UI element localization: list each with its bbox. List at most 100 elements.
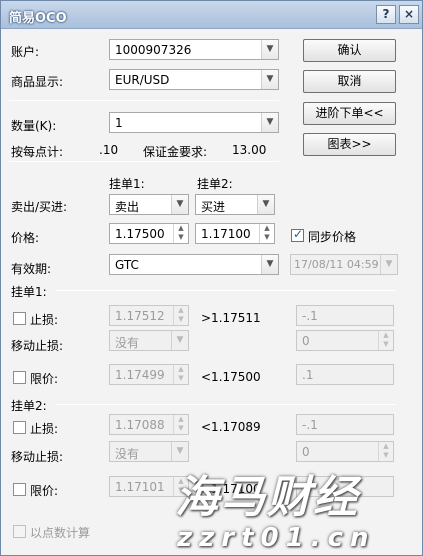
order1-trailing-pips-spinner[interactable]: 0 ▲ ▼ (296, 330, 394, 351)
quantity-label: 数量(K): (11, 119, 57, 133)
chevron-down-icon: ▼ (171, 195, 188, 214)
margin-value: 13.00 (232, 143, 267, 157)
order1-column-header: 挂单1: (109, 177, 145, 191)
order1-side-select[interactable]: 卖出 ▼ (109, 194, 189, 215)
order2-section-title: 挂单2: (11, 399, 47, 413)
order1-limit-label: 限价: (30, 372, 59, 386)
order1-trailing-pips-value: 0 (302, 334, 310, 348)
point-calc-label: 以点数计算 (30, 526, 91, 540)
order2-trailing-select[interactable]: 没有 ▼ (109, 441, 189, 462)
spinner-arrows-icon[interactable]: ▲ ▼ (378, 331, 393, 350)
order1-trailing-select[interactable]: 没有 ▼ (109, 330, 189, 351)
quantity-select[interactable]: 1 ▼ (109, 112, 279, 133)
order1-stop-loss-spinner[interactable]: 1.17512 ▲ ▼ (109, 305, 189, 326)
price-label: 价格: (11, 231, 40, 245)
product-value: EUR/USD (115, 73, 170, 87)
oco-dialog: 简易OCO ? × 账户: 1000907326 ▼ 商品显示: EUR/USD… (0, 0, 423, 556)
expiry-datetime-value: 17/08/11 04:59 (294, 258, 379, 271)
order1-limit-value: 1.17499 (115, 368, 165, 382)
watermark-brand: 海马财经 (175, 472, 359, 523)
order1-stop-loss-checkbox[interactable] (13, 312, 26, 325)
divider (56, 404, 396, 405)
sync-price-label: 同步价格 (308, 230, 357, 244)
window-title: 简易OCO (9, 11, 67, 26)
order2-stop-loss-value: 1.17088 (115, 418, 165, 432)
order1-limit-pips[interactable]: .1 (296, 364, 394, 385)
title-bar[interactable]: 简易OCO ? × (1, 1, 422, 29)
order1-price-value: 1.17500 (115, 227, 165, 241)
account-label: 账户: (11, 45, 40, 59)
order2-stop-loss-spinner[interactable]: 1.17088 ▲ ▼ (109, 414, 189, 435)
order1-stop-loss-pips-value: -.1 (302, 309, 318, 323)
chevron-down-icon: ▼ (257, 195, 274, 214)
validity-select[interactable]: GTC ▼ (109, 254, 279, 275)
order2-trailing-value: 没有 (115, 447, 140, 461)
order2-side-select[interactable]: 买进 ▼ (195, 194, 275, 215)
order2-stop-loss-checkbox[interactable] (13, 421, 26, 434)
order1-limit-spinner[interactable]: 1.17499 ▲ ▼ (109, 364, 189, 385)
chevron-down-icon: ▼ (261, 255, 278, 274)
order1-limit-pips-value: .1 (302, 368, 314, 382)
order1-stop-loss-pips[interactable]: -.1 (296, 305, 394, 326)
order1-limit-checkbox[interactable] (13, 371, 26, 384)
order2-price-spinner[interactable]: 1.17100 ▲ ▼ (195, 223, 275, 244)
account-select[interactable]: 1000907326 ▼ (109, 39, 279, 60)
order1-stop-loss-value: 1.17512 (115, 309, 165, 323)
order2-stop-loss-pips[interactable]: -.1 (296, 414, 394, 435)
chart-button[interactable]: 图表>> (303, 133, 396, 156)
order2-stop-loss-label: 止损: (30, 422, 59, 436)
sync-price-checkbox[interactable] (291, 227, 304, 242)
order2-price-value: 1.17100 (201, 227, 251, 241)
per-point-value: .10 (99, 143, 119, 157)
order2-trailing-pips-spinner[interactable]: 0 ▲ ▼ (296, 441, 394, 462)
product-select[interactable]: EUR/USD ▼ (109, 69, 279, 90)
help-button[interactable]: ? (376, 5, 396, 24)
spinner-arrows-icon[interactable]: ▲ ▼ (173, 224, 188, 243)
order1-price-spinner[interactable]: 1.17500 ▲ ▼ (109, 223, 189, 244)
spinner-arrows-icon[interactable]: ▲ ▼ (173, 365, 188, 384)
order2-limit-value: 1.17101 (115, 480, 165, 494)
order2-side-value: 买进 (201, 200, 226, 214)
order1-stop-loss-label: 止损: (30, 313, 59, 327)
account-value: 1000907326 (115, 43, 192, 57)
margin-label: 保证金要求: (143, 145, 208, 159)
order2-stop-loss-pips-value: -.1 (302, 418, 318, 432)
spinner-arrows-icon[interactable]: ▲ ▼ (259, 224, 274, 243)
order1-limit-condition: <1.17500 (201, 370, 261, 384)
chevron-down-icon: ▼ (171, 331, 188, 350)
validity-value: GTC (115, 258, 139, 272)
order1-section-title: 挂单1: (11, 285, 47, 299)
order2-trailing-pips-value: 0 (302, 445, 310, 459)
divider (56, 290, 396, 291)
order1-trailing-label: 移动止损: (11, 339, 64, 353)
product-label: 商品显示: (11, 75, 64, 89)
spinner-arrows-icon[interactable]: ▲ ▼ (173, 306, 188, 325)
spinner-arrows-icon[interactable]: ▲ ▼ (378, 442, 393, 461)
point-calc-checkbox[interactable] (13, 525, 26, 538)
order2-trailing-label: 移动止损: (11, 450, 64, 464)
order2-column-header: 挂单2: (197, 177, 233, 191)
close-button[interactable]: × (399, 5, 419, 24)
per-point-label: 按每点计: (11, 145, 64, 159)
chevron-down-icon: ▼ (171, 442, 188, 461)
confirm-button[interactable]: 确认 (303, 39, 396, 62)
order1-trailing-value: 没有 (115, 336, 140, 350)
sell-buy-label: 卖出/买进: (11, 200, 68, 214)
cancel-button[interactable]: 取消 (303, 70, 396, 93)
spinner-arrows-icon[interactable]: ▲ ▼ (173, 415, 188, 434)
chevron-down-icon: ▼ (380, 255, 397, 274)
order2-limit-checkbox[interactable] (13, 483, 26, 496)
order2-limit-label: 限价: (30, 484, 59, 498)
order1-stop-loss-condition: >1.17511 (201, 311, 261, 325)
advanced-order-button[interactable]: 进阶下单<< (303, 102, 396, 125)
divider (9, 161, 279, 162)
validity-label: 有效期: (11, 262, 52, 276)
chevron-down-icon: ▼ (261, 113, 278, 132)
expiry-datetime-picker[interactable]: 17/08/11 04:59 ▼ (290, 254, 398, 275)
quantity-value: 1 (115, 116, 123, 130)
divider (9, 100, 279, 101)
chevron-down-icon: ▼ (261, 40, 278, 59)
watermark-url: zzrt01.cn (177, 523, 376, 553)
order2-stop-loss-condition: <1.17089 (201, 420, 261, 434)
chevron-down-icon: ▼ (261, 70, 278, 89)
